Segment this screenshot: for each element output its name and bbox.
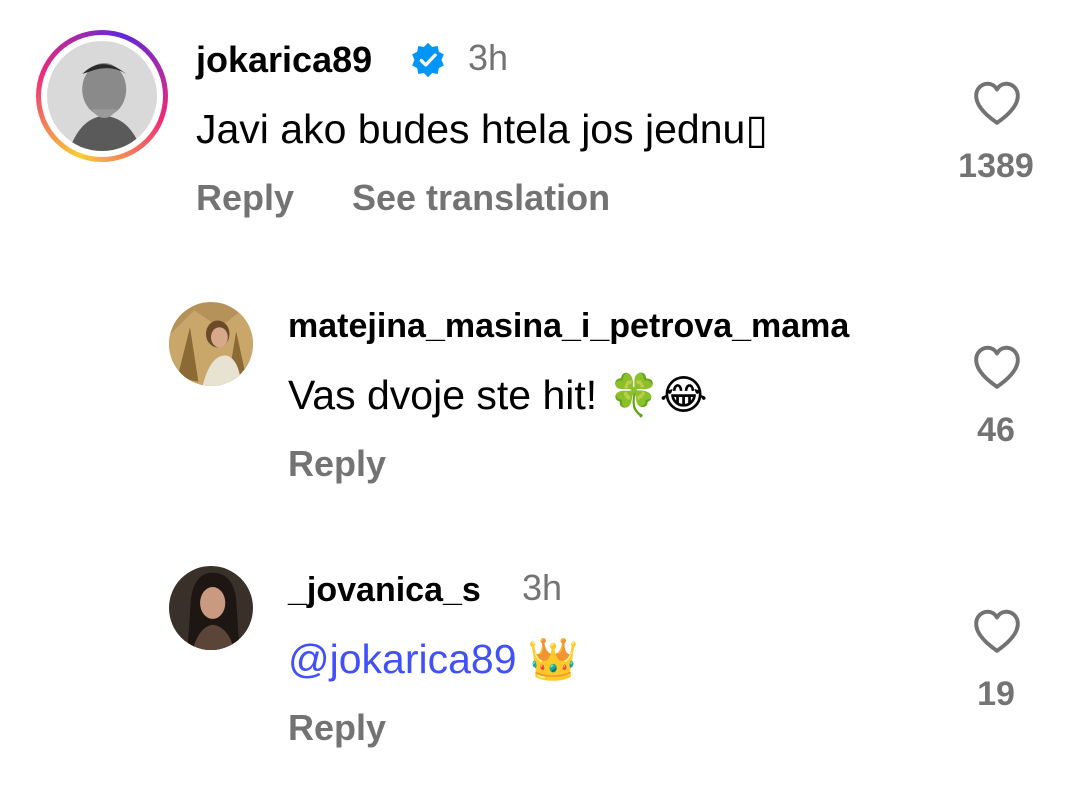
mention-link[interactable]: @jokarica89 bbox=[288, 636, 517, 682]
comment-timestamp: 3h bbox=[522, 567, 563, 608]
avatar[interactable] bbox=[169, 566, 253, 650]
heart-icon[interactable] bbox=[972, 608, 1022, 654]
comment-username[interactable]: _jovanica_s bbox=[288, 568, 481, 612]
comment-emoji: 👑 bbox=[516, 636, 579, 682]
comment-text: @jokarica89 👑 bbox=[288, 634, 579, 684]
like-count: 19 bbox=[977, 675, 1015, 713]
avatar-image bbox=[169, 566, 253, 650]
comment-reply: _jovanica_s 3h @jokarica89 👑 Reply 19 bbox=[0, 0, 1080, 791]
reply-button[interactable]: Reply bbox=[288, 706, 386, 750]
